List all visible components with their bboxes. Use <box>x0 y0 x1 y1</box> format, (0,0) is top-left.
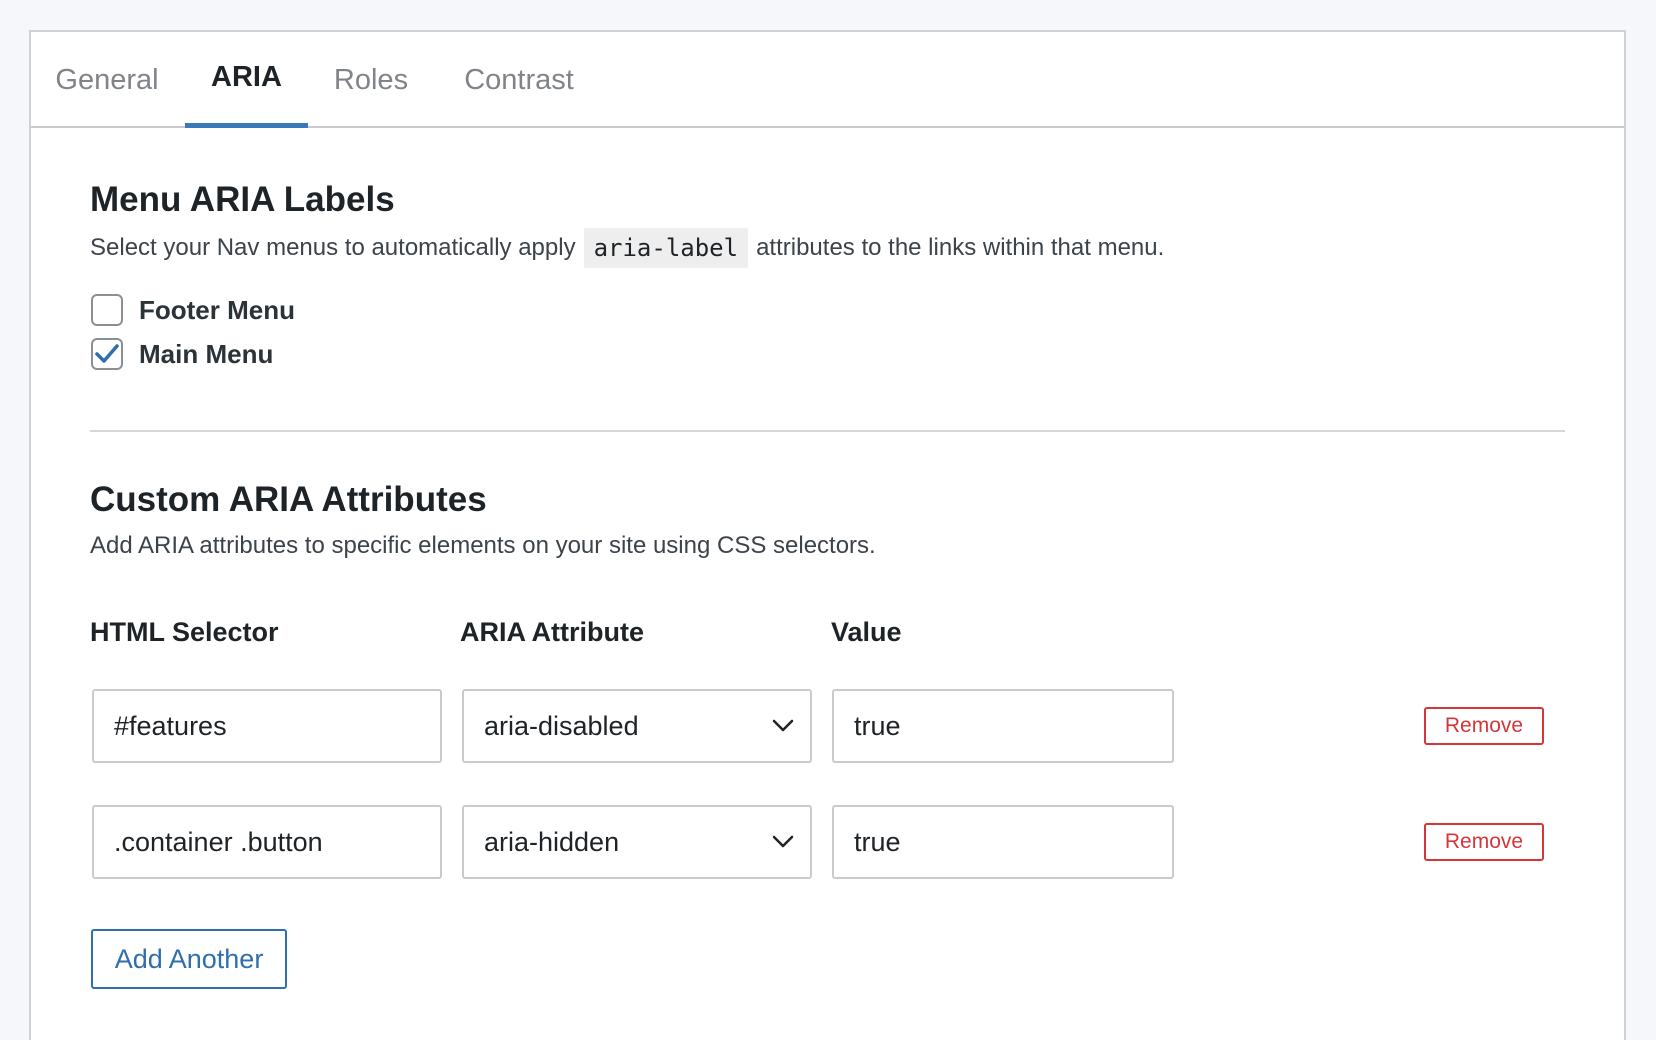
footer-menu-checkbox[interactable] <box>91 294 123 326</box>
html-selector-value: #features <box>114 710 227 741</box>
custom-aria-attributes-heading: Custom ARIA Attributes <box>90 480 487 519</box>
tab-aria[interactable]: ARIA <box>185 32 308 128</box>
section-divider <box>90 430 1565 432</box>
aria-attribute-select[interactable]: aria-disabled <box>462 689 812 763</box>
tab-roles[interactable]: Roles <box>309 32 433 128</box>
tab-bar: General ARIA Roles Contrast <box>31 32 1624 128</box>
footer-menu-label: Footer Menu <box>139 294 295 325</box>
remove-row-button[interactable]: Remove <box>1424 707 1544 745</box>
aria-attribute-column-header: ARIA Attribute <box>460 617 644 647</box>
menu-aria-labels-description: Select your Nav menus to automatically a… <box>90 228 1164 268</box>
aria-value-text: true <box>854 826 901 857</box>
html-selector-input[interactable]: #features <box>92 689 442 763</box>
main-menu-label: Main Menu <box>139 338 274 369</box>
aria-value-text: true <box>854 710 901 741</box>
tab-general[interactable]: General <box>31 32 183 128</box>
html-selector-column-header: HTML Selector <box>90 617 279 647</box>
html-selector-value: .container .button <box>114 826 323 857</box>
main-menu-checkbox[interactable] <box>91 338 123 370</box>
footer-menu-option[interactable]: Footer Menu <box>91 294 295 326</box>
description-text-after: attributes to the links within that menu… <box>756 234 1165 261</box>
remove-row-button[interactable]: Remove <box>1424 823 1544 861</box>
chevron-down-icon <box>772 719 794 732</box>
aria-value-input[interactable]: true <box>832 689 1174 763</box>
html-selector-input[interactable]: .container .button <box>92 805 442 879</box>
value-column-header: Value <box>831 617 902 647</box>
aria-attribute-value: aria-disabled <box>484 710 639 741</box>
aria-attribute-value: aria-hidden <box>484 826 620 857</box>
tab-contrast[interactable]: Contrast <box>433 32 605 128</box>
aria-value-input[interactable]: true <box>832 805 1174 879</box>
custom-aria-attributes-description: Add ARIA attributes to specific elements… <box>90 532 876 559</box>
add-another-button[interactable]: Add Another <box>91 929 287 989</box>
checkmark-icon <box>95 344 119 363</box>
chevron-down-icon <box>772 835 794 848</box>
aria-label-code: aria-label <box>583 228 749 268</box>
description-text-before: Select your Nav menus to automatically a… <box>90 234 576 261</box>
main-menu-option[interactable]: Main Menu <box>91 338 273 370</box>
menu-aria-labels-heading: Menu ARIA Labels <box>90 180 395 219</box>
settings-panel: General ARIA Roles Contrast Menu ARIA La… <box>29 30 1626 1040</box>
aria-attribute-select[interactable]: aria-hidden <box>462 805 812 879</box>
